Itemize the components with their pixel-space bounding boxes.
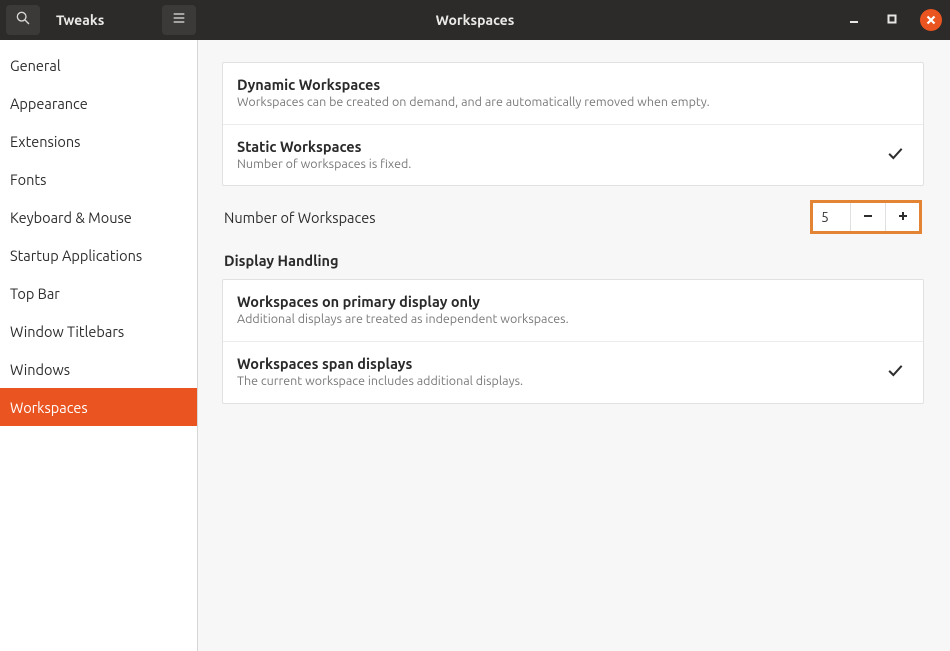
sidebar-item-label: Extensions — [10, 133, 80, 150]
sidebar-item-extensions[interactable]: Extensions — [0, 122, 197, 160]
workspaces-mode-card: Dynamic Workspaces Workspaces can be cre… — [222, 62, 924, 186]
number-of-workspaces-label: Number of Workspaces — [224, 209, 376, 226]
close-icon — [926, 11, 936, 29]
sidebar-item-window-titlebars[interactable]: Window Titlebars — [0, 312, 197, 350]
sidebar-item-windows[interactable]: Windows — [0, 350, 197, 388]
increment-button[interactable] — [885, 203, 919, 231]
option-primary-display-only[interactable]: Workspaces on primary display only Addit… — [223, 280, 923, 341]
sidebar-item-label: Window Titlebars — [10, 323, 124, 340]
minus-icon — [862, 208, 874, 226]
sidebar-item-label: Fonts — [10, 171, 46, 188]
sidebar-item-label: Startup Applications — [10, 247, 142, 264]
app-title: Tweaks — [56, 12, 104, 28]
sidebar-item-label: Top Bar — [10, 285, 60, 302]
search-button[interactable] — [6, 5, 40, 35]
option-text: Workspaces span displays The current wor… — [237, 355, 523, 390]
sidebar-item-label: General — [10, 57, 61, 74]
option-subtitle: Additional displays are treated as indep… — [237, 312, 569, 328]
plus-icon — [897, 208, 909, 226]
option-title: Static Workspaces — [237, 138, 411, 155]
close-button[interactable] — [920, 9, 942, 31]
titlebar: Tweaks Workspaces — [0, 0, 950, 40]
number-of-workspaces-row: Number of Workspaces 5 — [222, 196, 924, 244]
check-icon — [885, 360, 905, 384]
option-span-displays[interactable]: Workspaces span displays The current wor… — [223, 341, 923, 403]
search-icon — [15, 10, 31, 30]
decrement-button[interactable] — [851, 203, 885, 231]
option-title: Workspaces span displays — [237, 355, 523, 372]
maximize-button[interactable] — [882, 10, 902, 30]
sidebar-item-top-bar[interactable]: Top Bar — [0, 274, 197, 312]
minimize-icon — [848, 11, 860, 29]
workspaces-value[interactable]: 5 — [813, 203, 851, 231]
option-subtitle: Workspaces can be created on demand, and… — [237, 95, 710, 111]
option-dynamic-workspaces[interactable]: Dynamic Workspaces Workspaces can be cre… — [223, 63, 923, 124]
option-subtitle: The current workspace includes additiona… — [237, 374, 523, 390]
body: General Appearance Extensions Fonts Keyb… — [0, 40, 950, 651]
option-static-workspaces[interactable]: Static Workspaces Number of workspaces i… — [223, 124, 923, 186]
sidebar-item-workspaces[interactable]: Workspaces — [0, 388, 197, 426]
display-handling-header: Display Handling — [222, 244, 924, 279]
number-of-workspaces-stepper[interactable]: 5 — [810, 200, 922, 234]
display-handling-card: Workspaces on primary display only Addit… — [222, 279, 924, 403]
sidebar-item-general[interactable]: General — [0, 46, 197, 84]
option-text: Workspaces on primary display only Addit… — [237, 293, 569, 328]
sidebar-item-label: Appearance — [10, 95, 88, 112]
option-subtitle: Number of workspaces is fixed. — [237, 157, 411, 173]
option-title: Dynamic Workspaces — [237, 76, 710, 93]
sidebar-item-label: Keyboard & Mouse — [10, 209, 132, 226]
window-controls — [844, 9, 942, 31]
sidebar-item-startup-applications[interactable]: Startup Applications — [0, 236, 197, 274]
option-text: Dynamic Workspaces Workspaces can be cre… — [237, 76, 710, 111]
check-icon — [885, 143, 905, 167]
menu-button[interactable] — [162, 5, 196, 35]
minimize-button[interactable] — [844, 10, 864, 30]
sidebar-item-appearance[interactable]: Appearance — [0, 84, 197, 122]
sidebar-item-label: Windows — [10, 361, 70, 378]
option-title: Workspaces on primary display only — [237, 293, 569, 310]
titlebar-left: Tweaks — [0, 5, 196, 35]
sidebar-item-fonts[interactable]: Fonts — [0, 160, 197, 198]
window: Tweaks Workspaces General Appearance Ex — [0, 0, 950, 651]
option-text: Static Workspaces Number of workspaces i… — [237, 138, 411, 173]
sidebar: General Appearance Extensions Fonts Keyb… — [0, 40, 198, 651]
sidebar-item-keyboard-mouse[interactable]: Keyboard & Mouse — [0, 198, 197, 236]
content: Dynamic Workspaces Workspaces can be cre… — [198, 40, 950, 651]
page-title: Workspaces — [436, 12, 515, 28]
hamburger-icon — [171, 10, 187, 30]
maximize-icon — [886, 11, 898, 29]
sidebar-item-label: Workspaces — [10, 399, 88, 416]
